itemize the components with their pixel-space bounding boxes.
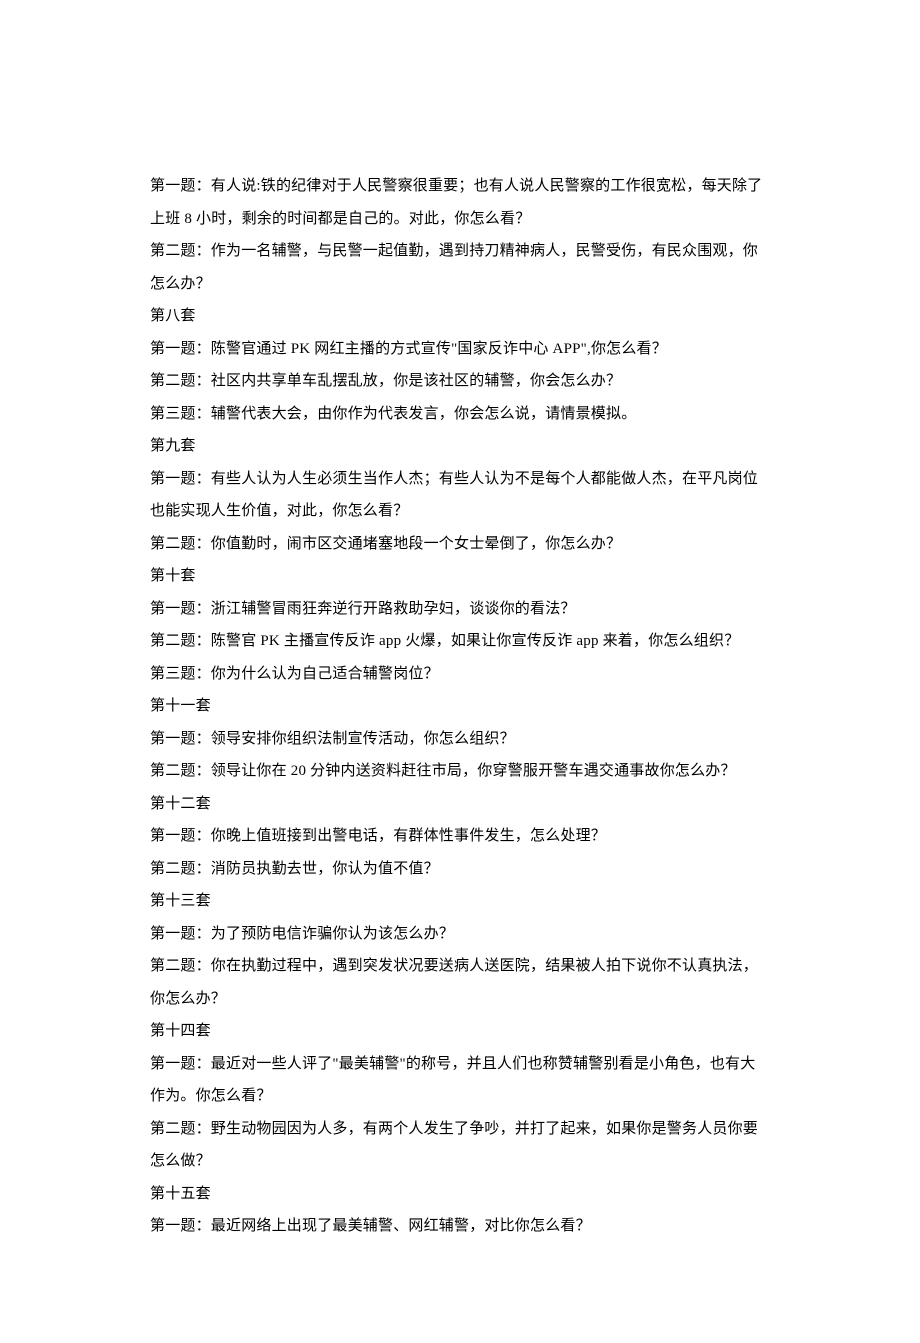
text-line: 第一题：最近对一些人评了"最美辅警"的称号，并且人们也称赞辅警别看是小角色，也有… xyxy=(150,1048,770,1113)
text-line: 第一题：有些人认为人生必须生当作人杰；有些人认为不是每个人都能做人杰，在平凡岗位… xyxy=(150,463,770,528)
text-line: 第一题：浙江辅警冒雨狂奔逆行开路救助孕妇，谈谈你的看法？ xyxy=(150,593,770,626)
set-heading: 第十二套 xyxy=(150,788,770,821)
set-heading: 第十一套 xyxy=(150,690,770,723)
text-line: 第二题：消防员执勤去世，你认为值不值？ xyxy=(150,853,770,886)
text-line: 第一题：有人说:铁的纪律对于人民警察很重要；也有人说人民警察的工作很宽松，每天除… xyxy=(150,170,770,235)
text-line: 第二题：作为一名辅警，与民警一起值勤，遇到持刀精神病人，民警受伤，有民众围观，你… xyxy=(150,235,770,300)
set-heading: 第十三套 xyxy=(150,885,770,918)
document-page: 第一题：有人说:铁的纪律对于人民警察很重要；也有人说人民警察的工作很宽松，每天除… xyxy=(0,0,920,1343)
text-line: 第一题：最近网络上出现了最美辅警、网红辅警，对比你怎么看？ xyxy=(150,1210,770,1243)
text-line: 第二题：社区内共享单车乱摆乱放，你是该社区的辅警，你会怎么办？ xyxy=(150,365,770,398)
text-line: 第二题：野生动物园因为人多，有两个人发生了争吵，并打了起来，如果你是警务人员你要… xyxy=(150,1113,770,1178)
text-line: 第二题：陈警官 PK 主播宣传反诈 app 火爆，如果让你宣传反诈 app 来着… xyxy=(150,625,770,658)
text-line: 第一题：为了预防电信诈骗你认为该怎么办？ xyxy=(150,918,770,951)
set-heading: 第十五套 xyxy=(150,1178,770,1211)
text-line: 第二题：你在执勤过程中，遇到突发状况要送病人送医院，结果被人拍下说你不认真执法，… xyxy=(150,950,770,1015)
text-line: 第三题：辅警代表大会，由你作为代表发言，你会怎么说，请情景模拟。 xyxy=(150,398,770,431)
text-line: 第二题：领导让你在 20 分钟内送资料赶往市局，你穿警服开警车遇交通事故你怎么办… xyxy=(150,755,770,788)
text-line: 第二题：你值勤时，闹市区交通堵塞地段一个女士晕倒了，你怎么办？ xyxy=(150,528,770,561)
set-heading: 第八套 xyxy=(150,300,770,333)
text-line: 第一题：你晚上值班接到出警电话，有群体性事件发生，怎么处理？ xyxy=(150,820,770,853)
set-heading: 第十四套 xyxy=(150,1015,770,1048)
text-line: 第一题：陈警官通过 PK 网红主播的方式宣传"国家反诈中心 APP",你怎么看？ xyxy=(150,333,770,366)
set-heading: 第十套 xyxy=(150,560,770,593)
text-line: 第三题：你为什么认为自己适合辅警岗位？ xyxy=(150,658,770,691)
text-line: 第一题：领导安排你组织法制宣传活动，你怎么组织？ xyxy=(150,723,770,756)
set-heading: 第九套 xyxy=(150,430,770,463)
